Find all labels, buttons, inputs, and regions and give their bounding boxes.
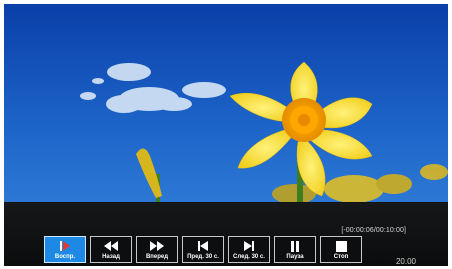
skip-forward-icon — [244, 239, 254, 253]
pause-button[interactable]: Пауза — [274, 236, 316, 263]
stop-icon — [335, 239, 347, 253]
fast-forward-button-label: Вперед — [145, 254, 169, 260]
pause-icon — [290, 239, 300, 253]
player-control-panel: [-00:00:06/00:10:00] Воспр. Назад Вперед — [4, 203, 448, 266]
previous-30s-button[interactable]: Пред. 30 с. — [182, 236, 224, 263]
next-30s-button-label: След. 30 с. — [233, 254, 265, 260]
play-button[interactable]: Воспр. — [44, 236, 86, 263]
rewind-button-label: Назад — [102, 254, 120, 260]
rewind-icon — [104, 239, 118, 253]
previous-30s-button-label: Пред. 30 с. — [187, 254, 219, 260]
pause-button-label: Пауза — [286, 254, 304, 260]
video-frame — [4, 4, 448, 202]
skip-back-icon — [198, 239, 208, 253]
video-image-daffodil — [4, 4, 448, 202]
clock-display: 20.00 — [395, 257, 416, 266]
fast-forward-icon — [150, 239, 164, 253]
rewind-button[interactable]: Назад — [90, 236, 132, 263]
stop-button[interactable]: Стоп — [320, 236, 362, 263]
playback-time-range: [-00:00:06/00:10:00] — [341, 227, 406, 234]
fast-forward-button[interactable]: Вперед — [136, 236, 178, 263]
next-30s-button[interactable]: След. 30 с. — [228, 236, 270, 263]
play-icon — [59, 239, 71, 253]
tv-screen: [-00:00:06/00:10:00] Воспр. Назад Вперед — [4, 4, 448, 266]
play-button-label: Воспр. — [54, 254, 76, 260]
stop-button-label: Стоп — [333, 254, 349, 260]
